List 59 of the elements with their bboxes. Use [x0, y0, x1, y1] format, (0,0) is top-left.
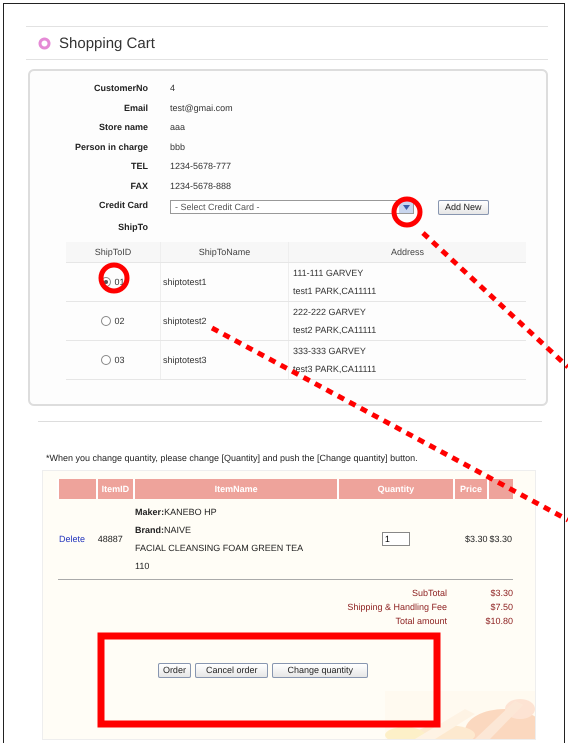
field-value: 1234-5678-888 [170, 180, 232, 192]
highlight-circle [98, 262, 130, 294]
address-line: 222-222 GARVEY [293, 306, 367, 318]
field-label: CustomerNo [92, 82, 148, 95]
highlight-circle [392, 196, 422, 228]
item-detail: Maker:KANEBO HP [135, 506, 218, 518]
field-label: TEL [130, 160, 148, 173]
caret-icon [402, 204, 410, 210]
table-cell: $3.30 [464, 534, 488, 544]
field-label: ShipTo [117, 221, 148, 234]
field-value: 4 [170, 82, 176, 95]
field-label: Credit Card [98, 199, 148, 212]
total-label: SubTotal [412, 588, 447, 598]
field-label: Person in charge [74, 140, 148, 154]
change-quantity-button[interactable]: Change quantity [272, 662, 368, 678]
instruction-text: *When you change quantity, please change [Quantity] and push the [Change quantity] button. [46, 452, 419, 464]
field-label: Email [122, 102, 148, 114]
table-cell: shiptotest1 [160, 262, 288, 301]
column-header: Quantity [338, 478, 454, 498]
credit-card-dropdown[interactable]: - Select Credit Card - [170, 200, 414, 214]
column-header: ShipToID [66, 242, 160, 262]
radio-button[interactable] [101, 316, 112, 326]
field-label: FAX [129, 180, 148, 192]
table-cell: 48887 [96, 498, 134, 579]
total-value: $3.30 [490, 588, 513, 598]
address-line: test1 PARK,CA11111 [293, 284, 378, 298]
order-button[interactable]: Order [158, 662, 191, 678]
page-title: Shopping Cart [59, 34, 155, 52]
address-line: test2 PARK,CA11111 [293, 324, 378, 336]
ship-to-id: 02 [114, 316, 124, 326]
total-label: Total amount [395, 616, 447, 626]
quantity-field[interactable]: 1 [382, 532, 410, 546]
field-value: 1234-5678-777 [170, 160, 232, 173]
field-label: Store name [98, 121, 148, 134]
item-detail: Brand:NAIVE [135, 524, 192, 536]
column-header: Price [454, 478, 488, 498]
column-header: ShipToName [160, 242, 288, 262]
column-header: Address [288, 242, 526, 262]
field-value: bbb [170, 140, 186, 154]
column-header: ItemID [96, 478, 134, 498]
ship-to-id: 03 [114, 354, 124, 364]
total-value: $10.80 [485, 616, 513, 626]
address-line: 111-111 GARVEY [293, 266, 364, 280]
item-name: FACIAL CLEANSING FOAM GREEN TEA 110 [135, 542, 304, 572]
radio-button[interactable] [101, 354, 112, 364]
column-header: ItemName [134, 478, 338, 498]
total-label: Shipping & Handling Fee [347, 602, 447, 612]
ship-to-id: 01 [114, 276, 124, 286]
delete-link[interactable]: Delete [59, 534, 86, 544]
total-value: $7.50 [490, 602, 513, 612]
table-cell: shiptotest3 [160, 340, 288, 379]
field-value: aaa [170, 121, 186, 134]
ring-icon [38, 36, 51, 50]
table-cell: shiptotest2 [160, 301, 288, 340]
table-cell: $3.30 [489, 534, 512, 544]
cancel-button[interactable]: Cancel order [194, 662, 268, 678]
add-new-button[interactable]: Add New [438, 200, 489, 214]
address-line: 333-333 GARVEY [293, 344, 367, 358]
field-value: test@gmai.com [170, 102, 234, 115]
